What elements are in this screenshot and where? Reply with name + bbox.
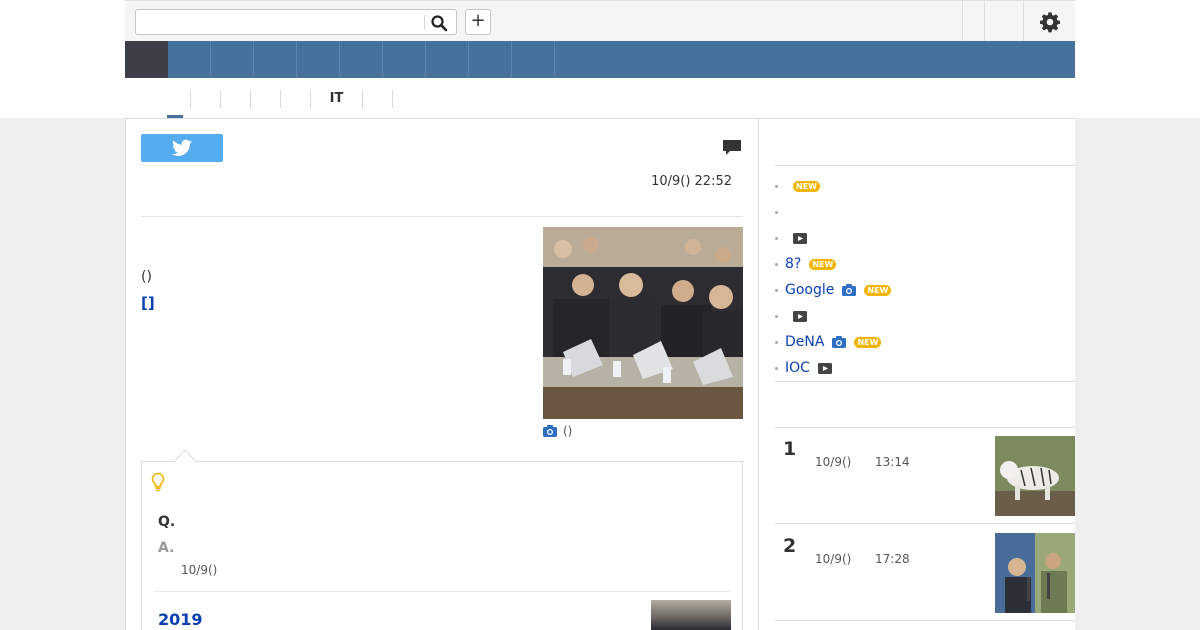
subnav-item[interactable] [392,90,422,108]
comment-icon[interactable] [722,139,742,157]
subnav-item[interactable] [190,90,220,108]
bullet-dot [775,367,778,370]
nav-item-home[interactable] [125,41,168,78]
sidebar-headlines: NEW 8? NEW Google NEW DeNA NEW IOC [775,173,1075,381]
article-source-link[interactable]: [] [141,294,155,312]
header-divider [141,216,743,217]
article-author: () [141,269,152,285]
nav-item[interactable] [383,41,426,78]
video-icon [793,310,807,322]
bullet-dot [775,289,778,292]
rank-time: 17:28 [875,552,910,566]
video-icon [793,232,807,244]
headline-text[interactable]: DeNA [785,329,824,355]
camera-icon [543,425,557,437]
nav-item[interactable] [254,41,297,78]
new-badge: NEW [864,284,892,296]
related-link-2019[interactable]: 2019 [158,610,203,629]
gear-icon[interactable] [1039,11,1061,33]
main-nav [125,41,1075,78]
topbar-separator [984,1,985,41]
bullet-dot [775,237,778,240]
lightbulb-icon [151,472,165,492]
sidebar-headline[interactable]: 8? NEW [775,251,1075,277]
twitter-bird-icon [172,139,192,156]
headline-text[interactable]: 8? [785,251,801,277]
sidebar-headline[interactable]: Google NEW [775,277,1075,303]
subnav-item[interactable] [160,90,190,108]
search-input[interactable] [138,12,422,32]
subnav-item[interactable] [250,90,280,108]
nav-item[interactable] [512,41,555,78]
rank-number: 1 [783,438,797,460]
tweet-button[interactable] [141,134,223,162]
rank-date: 10/9() [815,552,852,566]
photo-caption: () [543,424,572,440]
subnav-item[interactable] [220,90,250,108]
subnav-item[interactable] [280,90,310,108]
top-bar: + [125,0,1075,41]
meeting-photo [543,227,743,419]
ranking-item-1[interactable]: 1 10/9() 13:14 [775,428,1075,524]
camera-icon [832,336,847,348]
people-thumbnail-art [995,533,1075,613]
white-tiger-photo[interactable] [995,436,1075,516]
bullet-dot [775,185,778,188]
new-badge: NEW [809,258,837,270]
qa-answer: A. [158,540,175,556]
sub-nav: IT [125,88,1075,110]
sidebar-headline[interactable]: NEW [775,173,1075,199]
bullet-dot [775,341,778,344]
qa-divider [154,591,730,592]
search-box[interactable] [135,9,457,35]
qa-box: Q. A. 10/9() 2019 [141,449,743,630]
subnav-item-it[interactable]: IT [310,90,362,108]
topbar-separator [1023,1,1024,41]
topbar-separator [962,1,963,41]
ranking-item-2[interactable]: 2 10/9() 17:28 [775,525,1075,621]
photo-caption-text: () [563,424,573,438]
headline-text[interactable]: Google [785,277,834,303]
nav-item[interactable] [211,41,254,78]
sidebar-headline[interactable]: DeNA NEW [775,329,1075,355]
qa-date: 10/9() [181,563,218,577]
tiger-thumbnail-art [995,436,1075,516]
nav-item[interactable] [168,41,211,78]
sidebar-divider [775,165,1075,166]
qa-notch [173,449,197,473]
nav-item[interactable] [297,41,340,78]
article-photo[interactable] [543,227,743,419]
related-thumbnail[interactable] [651,600,731,630]
sidebar: NEW 8? NEW Google NEW DeNA NEW IOC 1 10/9() 13:… [759,118,1075,630]
nav-item[interactable] [469,41,512,78]
sidebar-headline[interactable] [775,225,1075,251]
bullet-dot [775,263,778,266]
rank-number: 2 [783,535,797,557]
search-divider [424,15,425,29]
sidebar-headline[interactable]: IOC [775,355,1075,381]
sidebar-divider [775,381,1075,382]
search-icon[interactable] [430,14,448,32]
new-badge: NEW [793,180,820,192]
people-photo[interactable] [995,533,1075,613]
headline-text[interactable]: IOC [785,355,810,381]
sidebar-headline[interactable] [775,199,1075,225]
bullet-dot [775,315,778,318]
bullet-dot [775,211,778,214]
new-badge: NEW [854,336,882,348]
rank-date: 10/9() [815,455,852,469]
nav-item[interactable] [340,41,383,78]
video-icon [817,362,832,374]
article-timestamp: 10/9() 22:52 [651,174,732,189]
subnav-item[interactable] [362,90,392,108]
camera-icon [842,284,857,296]
article-main: 10/9() 22:52 () [] () Q. A. 10/9() 2019 [125,118,759,630]
qa-question: Q. [158,514,176,530]
rank-time: 13:14 [875,455,910,469]
nav-item[interactable] [426,41,469,78]
add-button[interactable]: + [465,9,491,35]
sidebar-headline[interactable] [775,303,1075,329]
